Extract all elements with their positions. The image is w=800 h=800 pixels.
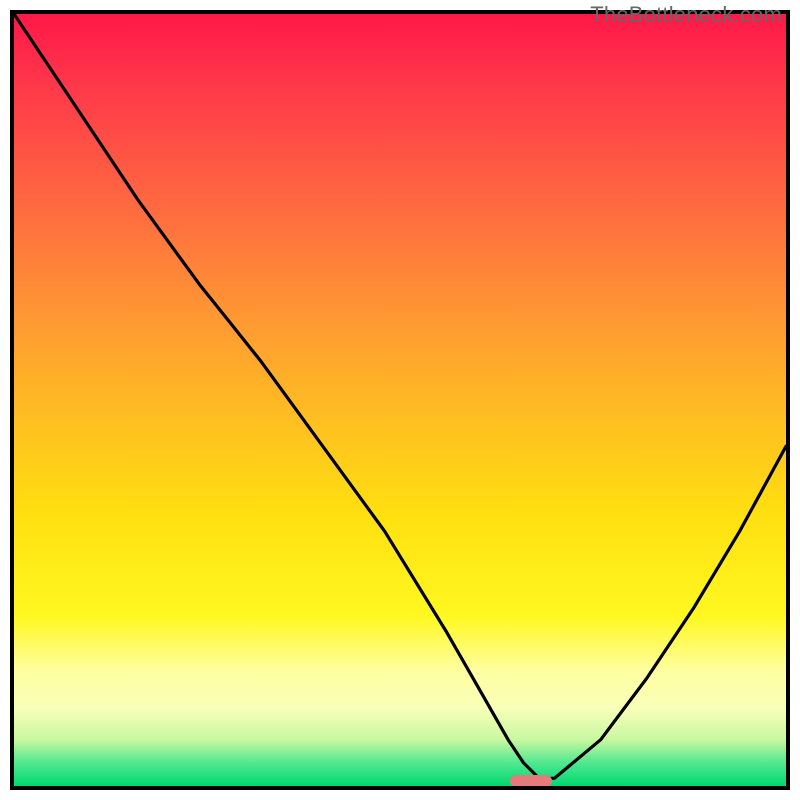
chart-container: TheBottleneck.com (0, 0, 800, 800)
optimal-marker (510, 775, 552, 787)
watermark-text: TheBottleneck.com (590, 2, 782, 28)
heatmap-gradient (14, 14, 786, 786)
plot-area (10, 10, 790, 790)
